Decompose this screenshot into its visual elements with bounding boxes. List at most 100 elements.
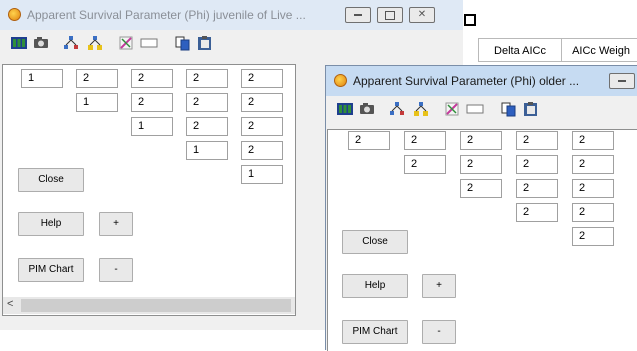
help-button[interactable]: Help xyxy=(18,212,84,236)
help-button-label: Help xyxy=(40,218,62,229)
results-checkbox[interactable] xyxy=(464,14,476,26)
close-button[interactable]: Close xyxy=(342,230,408,254)
paste-icon xyxy=(196,35,214,51)
close-button[interactable]: Close xyxy=(18,168,84,192)
flowchart-toolbar-button[interactable] xyxy=(386,99,408,119)
pim-cell[interactable]: 2 xyxy=(131,93,173,112)
rectangle-toolbar-button[interactable] xyxy=(464,99,486,119)
flowchart-yellow-toolbar-button[interactable] xyxy=(410,99,432,119)
copy-toolbar-button[interactable] xyxy=(498,99,520,119)
pim-cell[interactable]: 2 xyxy=(516,179,558,198)
pim-cell[interactable]: 1 xyxy=(21,69,63,88)
help-button-label: Help xyxy=(364,280,386,291)
table-icon xyxy=(10,35,28,51)
pim-cell[interactable]: 2 xyxy=(516,131,558,150)
horizontal-scrollbar[interactable]: < xyxy=(3,297,295,314)
pim-cell[interactable]: 2 xyxy=(241,69,283,88)
window-title: Apparent Survival Parameter (Phi) juveni… xyxy=(27,8,306,22)
pim-cell[interactable]: 2 xyxy=(460,179,502,198)
pim-cell[interactable]: 2 xyxy=(572,131,614,150)
minus-button[interactable]: - xyxy=(422,320,456,344)
camera-toolbar-button[interactable] xyxy=(356,99,378,119)
pim-cell[interactable]: 2 xyxy=(516,155,558,174)
close-window-button[interactable]: ✕ xyxy=(409,7,435,23)
help-button[interactable]: Help xyxy=(342,274,408,298)
minimize-icon xyxy=(354,14,362,16)
brush-icon xyxy=(118,35,136,51)
pim-cell[interactable]: 1 xyxy=(131,117,173,136)
pim-chart-button[interactable]: PIM Chart xyxy=(18,258,84,282)
pim-chart-button-label: PIM Chart xyxy=(28,264,74,275)
copy-toolbar-button[interactable] xyxy=(172,33,194,53)
maximize-button[interactable] xyxy=(377,7,403,23)
pim-cell[interactable]: 2 xyxy=(76,69,118,88)
close-icon: ✕ xyxy=(417,9,427,20)
copy-icon xyxy=(500,101,518,117)
pim-cell[interactable]: 2 xyxy=(460,155,502,174)
pim-cell[interactable]: 2 xyxy=(404,155,446,174)
paste-icon xyxy=(522,101,540,117)
brush-icon xyxy=(444,101,462,117)
pim-cell[interactable]: 2 xyxy=(572,179,614,198)
brush-toolbar-button[interactable] xyxy=(116,33,138,53)
window-title: Apparent Survival Parameter (Phi) older … xyxy=(353,74,580,88)
rectangle-icon xyxy=(140,35,158,51)
title-bar[interactable]: Apparent Survival Parameter (Phi) older … xyxy=(326,66,637,96)
minus-button-label: - xyxy=(437,326,441,337)
camera-icon xyxy=(358,101,376,117)
table-toolbar-button[interactable] xyxy=(334,99,356,119)
paste-toolbar-button[interactable] xyxy=(194,33,216,53)
minus-button[interactable]: - xyxy=(99,258,133,282)
copy-icon xyxy=(174,35,192,51)
pim-cell[interactable]: 1 xyxy=(76,93,118,112)
pim-chart-button-label: PIM Chart xyxy=(352,326,398,337)
pim-cell[interactable]: 2 xyxy=(241,141,283,160)
rectangle-icon xyxy=(466,101,484,117)
pim-cell[interactable]: 2 xyxy=(186,117,228,136)
flowchart-icon xyxy=(62,35,80,51)
pim-cell[interactable]: 2 xyxy=(241,93,283,112)
column-header-delta-aicc[interactable]: Delta AICc xyxy=(478,38,562,62)
pim-cell[interactable]: 2 xyxy=(186,93,228,112)
pim-cell[interactable]: 2 xyxy=(460,131,502,150)
table-icon xyxy=(336,101,354,117)
camera-toolbar-button[interactable] xyxy=(30,33,52,53)
plus-button-label: + xyxy=(436,280,442,291)
pim-cell[interactable]: 2 xyxy=(516,203,558,222)
pim-cell[interactable]: 2 xyxy=(572,155,614,174)
pim-chart-button[interactable]: PIM Chart xyxy=(342,320,408,344)
scrollbar-thumb[interactable] xyxy=(21,299,291,312)
restore-icon xyxy=(385,10,395,20)
flowchart-yellow-toolbar-button[interactable] xyxy=(84,33,106,53)
table-toolbar-button[interactable] xyxy=(8,33,30,53)
column-header-aicc-weight[interactable]: AICc Weigh xyxy=(561,38,637,62)
paste-toolbar-button[interactable] xyxy=(520,99,542,119)
pim-cell[interactable]: 2 xyxy=(241,117,283,136)
minimize-button[interactable] xyxy=(345,7,371,23)
minimize-icon xyxy=(618,80,626,82)
pim-cell[interactable]: 2 xyxy=(572,227,614,246)
camera-icon xyxy=(32,35,50,51)
pim-cell[interactable]: 1 xyxy=(186,141,228,160)
rectangle-toolbar-button[interactable] xyxy=(138,33,160,53)
minimize-button[interactable] xyxy=(609,73,635,89)
pim-cell[interactable]: 2 xyxy=(348,131,390,150)
plus-button[interactable]: + xyxy=(99,212,133,236)
pim-cell[interactable]: 1 xyxy=(241,165,283,184)
pim-cell[interactable]: 2 xyxy=(572,203,614,222)
app-icon xyxy=(8,8,21,21)
flowchart-yellow-icon xyxy=(86,35,104,51)
pim-window-older: Apparent Survival Parameter (Phi) older … xyxy=(325,65,637,351)
pim-cell[interactable]: 2 xyxy=(131,69,173,88)
close-button-label: Close xyxy=(362,236,388,247)
pim-cell[interactable]: 2 xyxy=(186,69,228,88)
flowchart-icon xyxy=(388,101,406,117)
pim-cell[interactable]: 2 xyxy=(404,131,446,150)
plus-button[interactable]: + xyxy=(422,274,456,298)
title-bar[interactable]: Apparent Survival Parameter (Phi) juveni… xyxy=(0,0,463,30)
brush-toolbar-button[interactable] xyxy=(442,99,464,119)
flowchart-toolbar-button[interactable] xyxy=(60,33,82,53)
close-button-label: Close xyxy=(38,174,64,185)
flowchart-yellow-icon xyxy=(412,101,430,117)
scroll-left-icon[interactable]: < xyxy=(7,298,13,310)
